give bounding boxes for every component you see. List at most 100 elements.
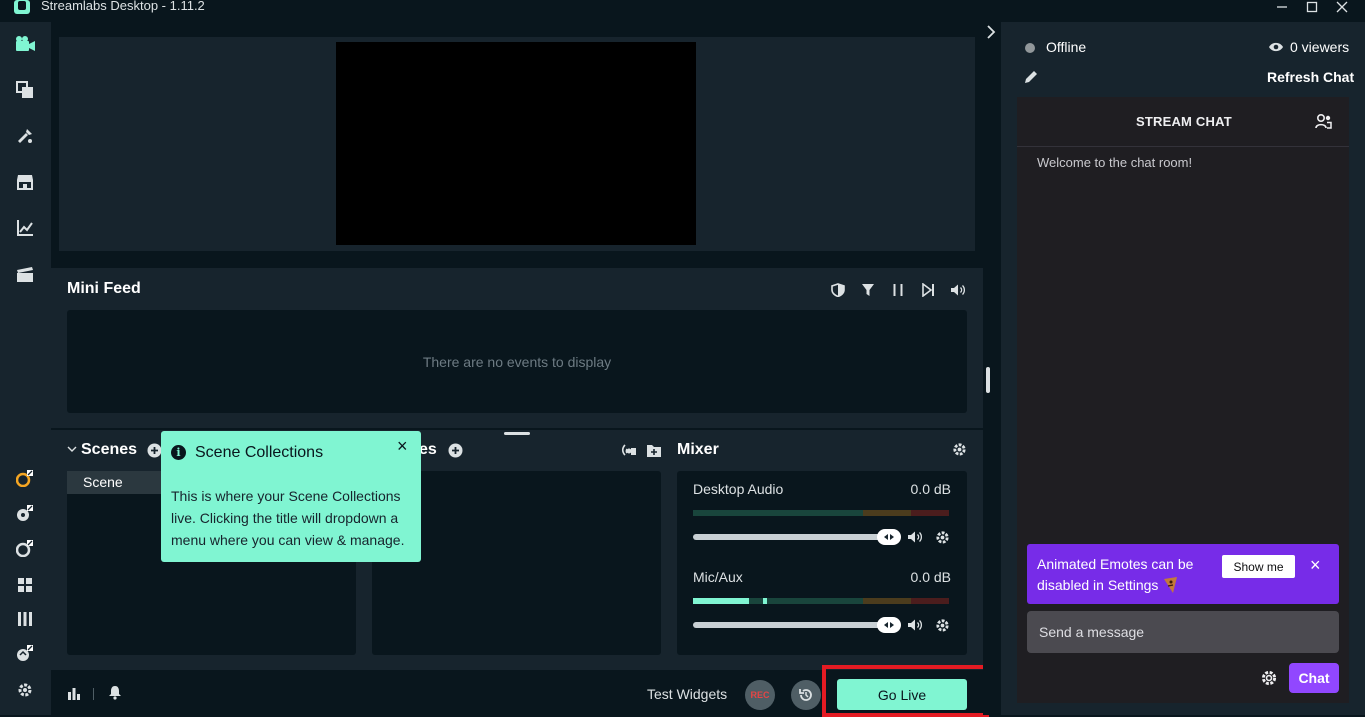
app-logo-icon: [14, 0, 30, 14]
collapse-chat-button[interactable]: [986, 25, 996, 39]
volume-icon: [908, 619, 923, 631]
external-link-icon: [16, 540, 33, 557]
minimize-button[interactable]: [1267, 0, 1297, 16]
studio-mode-icon: [18, 612, 32, 626]
mixer-volume-slider-handle[interactable]: [877, 529, 901, 545]
chat-resize-handle[interactable]: [986, 367, 990, 393]
nav-dashboard[interactable]: [14, 217, 36, 239]
stream-status-dot: [1025, 43, 1035, 53]
test-widgets-button[interactable]: Test Widgets: [647, 686, 727, 702]
editor-camera-icon: [16, 36, 35, 51]
notice-text: Animated Emotes can be disabled in Setti…: [1037, 556, 1194, 593]
mini-feed-safe-mode-button[interactable]: [829, 281, 847, 299]
add-scene-button[interactable]: [147, 443, 162, 458]
store-icon: [17, 175, 33, 190]
nav-themes[interactable]: [14, 79, 36, 101]
stream-status: Offline: [1046, 39, 1087, 55]
tooltip-body: This is where your Scene Collections liv…: [171, 488, 405, 548]
mini-feed-resize-handle[interactable]: [504, 432, 530, 435]
mixer-channel-db: 0.0 dB: [910, 481, 951, 497]
community-button[interactable]: [1315, 113, 1333, 129]
nav-settings[interactable]: [14, 679, 36, 701]
highlight-annotation: [822, 665, 989, 717]
mixer-volume-slider-track[interactable]: [693, 622, 883, 628]
nav-editor[interactable]: [14, 33, 36, 55]
edit-stream-info-button[interactable]: [1024, 69, 1039, 84]
performance-stats-button[interactable]: [67, 686, 81, 700]
chat-settings-button[interactable]: [1260, 669, 1278, 687]
replay-buffer-button[interactable]: [791, 680, 821, 710]
scenes-title[interactable]: Scenes: [81, 441, 137, 459]
mixer-mute-button[interactable]: [907, 618, 923, 632]
maximize-button[interactable]: [1297, 0, 1327, 16]
nav-layout[interactable]: [14, 574, 36, 596]
eye-icon: [1269, 42, 1283, 52]
gear-icon: [1261, 670, 1277, 686]
notifications-button[interactable]: [108, 685, 122, 700]
nav-tools[interactable]: [14, 125, 36, 147]
add-circle-icon: [147, 443, 162, 458]
scene-collections-tooltip: i Scene Collections × This is where your…: [161, 431, 421, 562]
dashboard-chart-icon: [17, 220, 33, 236]
users-icon: [1315, 113, 1332, 129]
mixer-channel-db: 0.0 dB: [910, 569, 951, 585]
chevron-down-icon: [67, 446, 77, 452]
nav-studio-mode[interactable]: [14, 608, 36, 630]
recordings-clapper-icon: [17, 267, 33, 282]
add-source-folder-button[interactable]: [646, 443, 662, 458]
tooltip-close-button[interactable]: ×: [397, 437, 411, 455]
mixer-channel-settings-button[interactable]: [935, 530, 950, 545]
pause-icon: [893, 284, 903, 296]
mixer-settings-button[interactable]: [952, 442, 967, 457]
nav-store[interactable]: [14, 171, 36, 193]
mixer-title: Mixer: [677, 441, 719, 458]
mini-feed-pause-button[interactable]: [889, 281, 907, 299]
stream-preview-canvas[interactable]: [336, 42, 696, 245]
chat-welcome-message: Welcome to the chat room!: [1037, 155, 1193, 170]
source-selective-recording-button[interactable]: [620, 443, 636, 458]
mixer-volume-slider-track[interactable]: [693, 534, 883, 540]
scenes-collapse-toggle[interactable]: [67, 444, 77, 454]
tools-icon: [18, 129, 32, 143]
mixer-mute-button[interactable]: [907, 530, 923, 544]
volume-icon: [951, 284, 966, 296]
nav-recordings[interactable]: [14, 263, 36, 285]
window-title: Streamlabs Desktop - 1.11.2: [41, 0, 205, 13]
sources-title[interactable]: es: [419, 441, 437, 459]
external-link-icon: [16, 470, 33, 487]
mixer-level-fill: [693, 598, 749, 604]
mixer-channel-name: Mic/Aux: [693, 569, 743, 585]
refresh-chat-button[interactable]: Refresh Chat: [1267, 69, 1354, 85]
mini-feed-mute-button[interactable]: [949, 281, 967, 299]
mini-feed-filter-button[interactable]: [859, 281, 877, 299]
bell-icon: [109, 686, 121, 700]
show-me-button[interactable]: Show me: [1222, 555, 1295, 578]
nav-external-link-1[interactable]: [14, 467, 36, 489]
folder-add-icon: [647, 445, 661, 457]
notice-close-button[interactable]: ×: [1310, 556, 1321, 574]
external-link-icon: [17, 645, 33, 661]
volume-icon: [908, 531, 923, 543]
minimize-icon: [1277, 6, 1287, 8]
close-window-button[interactable]: [1327, 0, 1357, 16]
gear-icon: [936, 531, 949, 544]
gear-icon: [953, 443, 966, 456]
pencil-icon: [1025, 71, 1037, 83]
chat-message-input[interactable]: [1027, 611, 1339, 653]
nav-external-link-2[interactable]: [14, 502, 36, 524]
mini-feed-skip-button[interactable]: [919, 281, 937, 299]
replay-icon: [799, 689, 812, 701]
add-source-button[interactable]: [448, 443, 463, 458]
record-button[interactable]: REC: [745, 680, 775, 710]
mixer-peak-indicator: [763, 598, 767, 604]
chat-send-button[interactable]: Chat: [1289, 663, 1339, 693]
tooltip-title: Scene Collections: [195, 444, 324, 461]
nav-external-link-3[interactable]: [14, 537, 36, 559]
mixer-volume-slider-handle[interactable]: [877, 617, 901, 633]
chevron-right-icon: [987, 25, 996, 39]
mixer-channel-settings-button[interactable]: [935, 618, 950, 633]
filter-icon: [862, 284, 874, 296]
close-icon: [1336, 1, 1348, 13]
footer-divider: [93, 688, 94, 700]
nav-external-link-4[interactable]: [14, 642, 36, 664]
